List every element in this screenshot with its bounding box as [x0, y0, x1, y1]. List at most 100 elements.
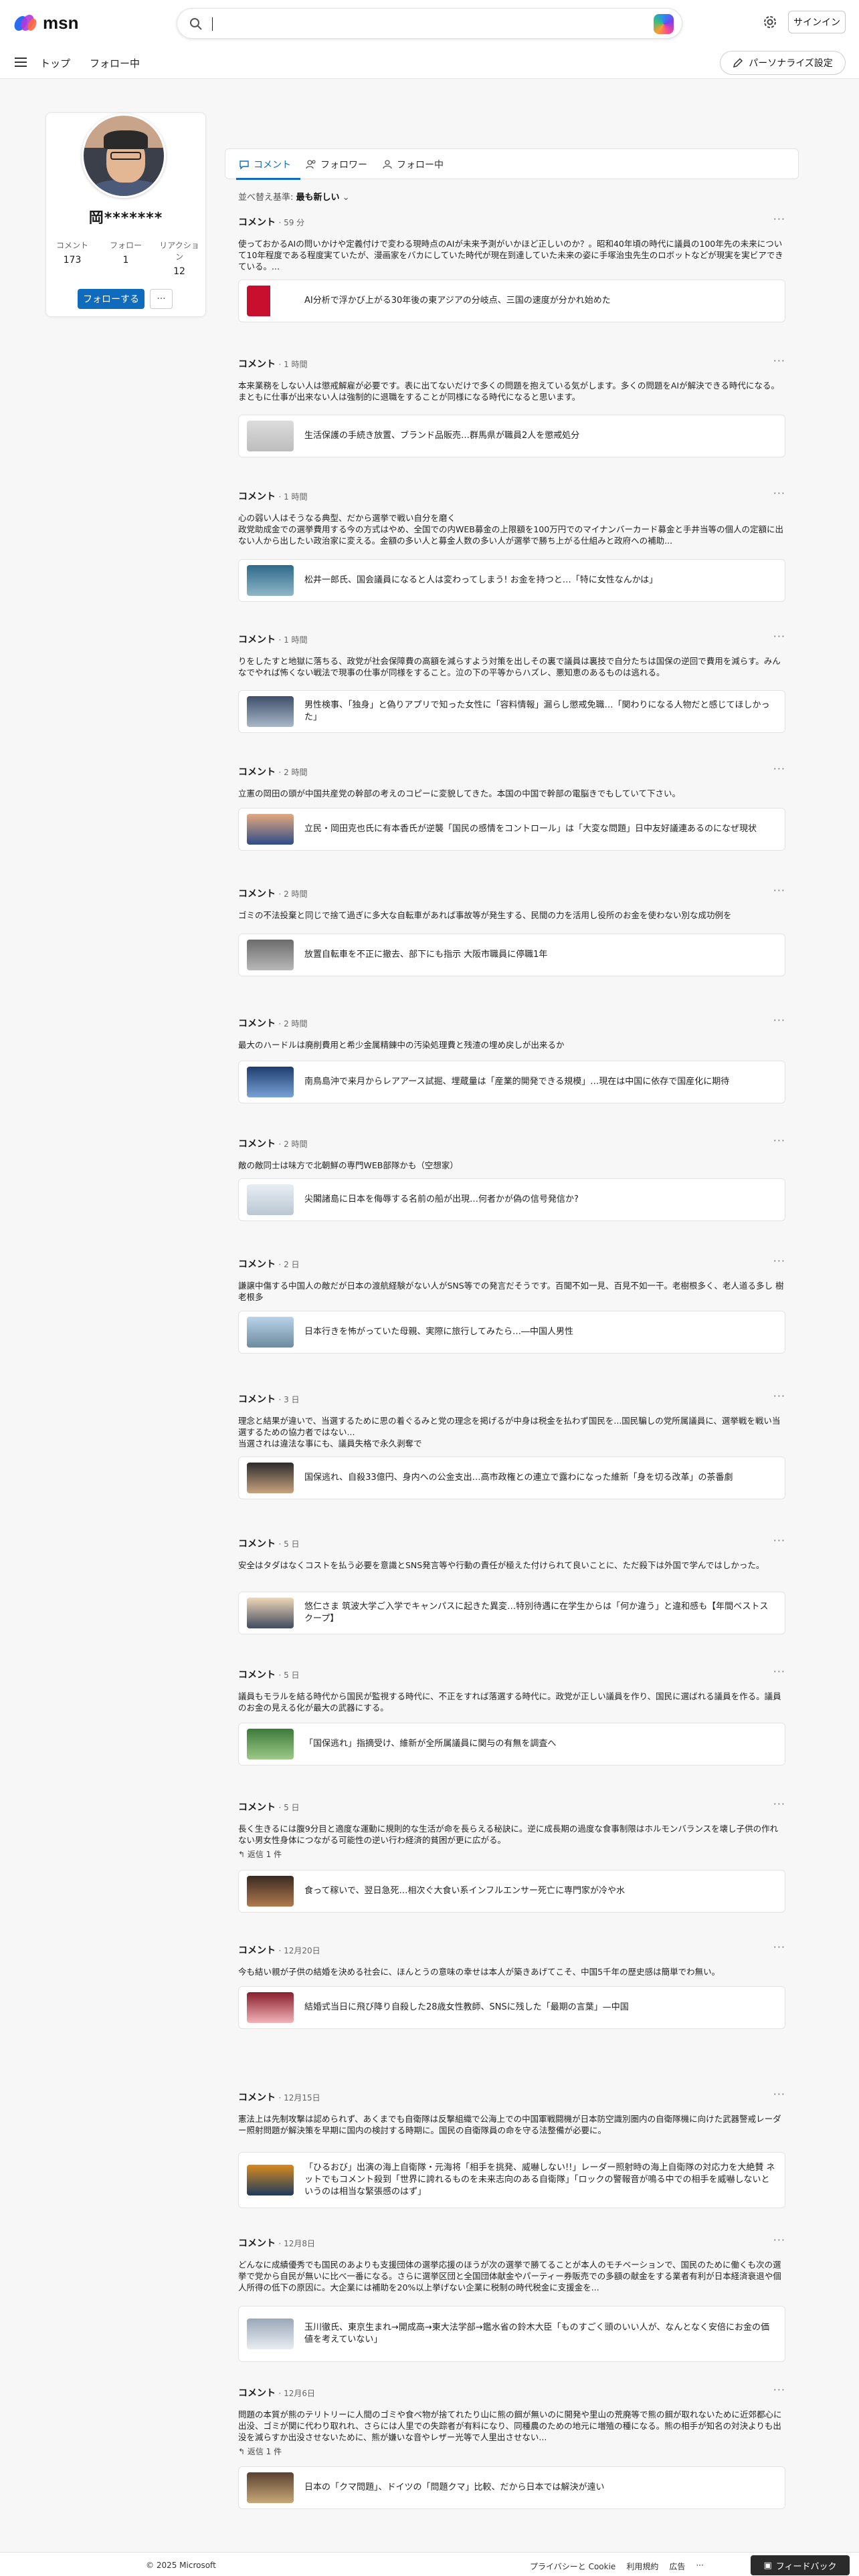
gear-icon[interactable]: [761, 13, 779, 31]
reply-link[interactable]: ↰ 返信 1 件: [238, 2446, 785, 2457]
more-options-icon[interactable]: ···: [773, 213, 785, 225]
article-card[interactable]: 尖閣諸島に日本を侮辱する名前の船が出現…何者かが偽の信号発信か?: [238, 1178, 785, 1221]
article-card[interactable]: 食って稼いで、翌日急死…相次ぐ大食い系インフルエンサー死亡に専門家が冷や水: [238, 1870, 785, 1913]
feedback-icon: ▣: [763, 2560, 772, 2571]
comment-label: コメント: [238, 1802, 276, 1813]
comment-label: コメント: [238, 1670, 276, 1681]
more-options-icon[interactable]: ···: [773, 2088, 785, 2101]
more-options-icon[interactable]: ···: [773, 354, 785, 367]
stat-following: フォロー 1: [109, 241, 142, 265]
article-card[interactable]: 「国保逃れ」指摘受け、維新が全所属議員に関与の有無を調査へ: [238, 1723, 785, 1765]
nav-following[interactable]: フォロー中: [90, 56, 140, 70]
comment-header: コメント · 12月20日: [238, 1945, 320, 1956]
footer-more[interactable]: ···: [696, 2561, 703, 2572]
article-card[interactable]: 玉川徹氏、東京生まれ→開成高→東大法学部→鑑水省の鈴木大臣「ものすごく頭のいい人…: [238, 2306, 785, 2362]
article-card[interactable]: 「ひるおび」出演の海上自衛隊・元海将「相手を挑発、威嚇しない!!」レーダー照射時…: [238, 2152, 785, 2208]
comment-label: コメント: [238, 1394, 276, 1405]
follow-button[interactable]: フォローする: [78, 289, 145, 309]
article-title: 尖閣諸島に日本を侮辱する名前の船が出現…何者かが偽の信号発信か?: [304, 1194, 579, 1204]
footer-link-privacy[interactable]: プライバシーと Cookie: [530, 2561, 615, 2572]
comment-time: 2 時間: [284, 1140, 308, 1149]
comment-time: 2 時間: [284, 768, 308, 777]
more-options-icon[interactable]: ···: [773, 1798, 785, 1810]
article-thumbnail: [247, 1067, 294, 1097]
comment-header: コメント · 2 時間: [238, 1018, 308, 1029]
more-options-icon[interactable]: ···: [773, 2234, 785, 2246]
article-thumbnail: [247, 421, 294, 451]
article-thumbnail: [247, 940, 294, 970]
personalize-button[interactable]: パーソナライズ設定: [720, 51, 846, 75]
signin-button[interactable]: サインイン: [788, 11, 846, 33]
profile-name: 岡*******: [88, 210, 163, 227]
msn-logo[interactable]: msn: [13, 12, 78, 33]
comment-header: コメント · 12月6日: [238, 2388, 315, 2399]
comment-time: 5 日: [284, 1803, 300, 1812]
article-card[interactable]: 結婚式当日に飛び降り自殺した28歳女性教師、SNSに残した「最期の言葉」—中国: [238, 1986, 785, 2029]
comment-label: コメント: [238, 889, 276, 899]
chevron-down-icon: ⌄: [342, 193, 350, 203]
feedback-button[interactable]: ▣ フィードバック: [751, 2555, 850, 2575]
article-card[interactable]: 南鳥島沖で来月からレアアース試掘、埋蔵量は「産業的開発できる規模」…現在は中国に…: [238, 1061, 785, 1103]
search-input[interactable]: [216, 14, 617, 34]
article-thumbnail: [247, 814, 294, 845]
tab-comments[interactable]: コメント: [236, 149, 300, 180]
sort-control[interactable]: 並べ替え基準: 最も新しい ⌄: [238, 190, 350, 203]
article-card[interactable]: 国保逃れ、自殺33億円、身内への公金支出…高市政権との連立で露わになった維新「身…: [238, 1457, 785, 1499]
more-options-icon[interactable]: ···: [773, 1255, 785, 1267]
more-options-icon[interactable]: ···: [773, 630, 785, 643]
article-card[interactable]: 日本行きを怖がっていた母親、実際に旅行してみたら…―中国人男性: [238, 1311, 785, 1354]
article-title: 男性検事、「独身」と偽りアプリで知った女性に「容料情報」漏らし懲戒免職…「関わり…: [304, 700, 770, 722]
comment-time: 1 時間: [284, 360, 308, 369]
more-options-icon[interactable]: ···: [773, 1941, 785, 1953]
avatar: [82, 114, 166, 198]
article-title: 「ひるおび」出演の海上自衛隊・元海将「相手を挑発、威嚇しない!!」レーダー照射時…: [304, 2163, 775, 2197]
more-options-icon[interactable]: ···: [773, 1665, 785, 1678]
tab-following[interactable]: フォロー中: [382, 149, 444, 180]
article-title: 悠仁さま 筑波大学ご入学でキャンパスに起きた異変…特別待遇に在学生からは「何か違…: [304, 1602, 769, 1624]
article-card[interactable]: 松井一郎氏、国会議員になると人は変わってしまう! お金を持つと…「特に女性なんか…: [238, 559, 785, 602]
more-options-icon[interactable]: ···: [773, 1534, 785, 1547]
article-title: 玉川徹氏、東京生まれ→開成高→東大法学部→鑑水省の鈴木大臣「ものすごく頭のいい人…: [304, 2323, 770, 2345]
comment-text: 議員もモラルを結る時代から国民が監視する時代に、不正をすれば落選する時代に。政党…: [238, 1691, 781, 1713]
article-thumbnail: [247, 1184, 294, 1215]
tab-followers[interactable]: フォロワー: [306, 149, 367, 180]
comment-label: コメント: [238, 2238, 276, 2249]
more-options-icon[interactable]: ···: [773, 1134, 785, 1147]
comment-label: コメント: [238, 1945, 276, 1956]
comment-item: コメント · 1 時間 ··· りをしたすと地獄に落ちる、政党が社会保障費の高額…: [238, 630, 785, 733]
more-options-icon[interactable]: ···: [773, 884, 785, 897]
more-options-icon[interactable]: ···: [773, 1014, 785, 1027]
article-card[interactable]: 男性検事、「独身」と偽りアプリで知った女性に「容料情報」漏らし懲戒免職…「関わり…: [238, 690, 785, 733]
hamburger-menu-icon[interactable]: [15, 58, 27, 67]
comment-item: コメント · 59 分 ··· 使っておかるAIの問いかけや定義付けで変わる現時…: [238, 213, 785, 322]
article-card[interactable]: AI分析で浮かび上がる30年後の東アジアの分岐点、三国の速度が分かれ始めた: [238, 280, 785, 322]
article-card[interactable]: 日本の「クマ問題」、ドイツの「問題クマ」比較、だから日本では解決が遠い: [238, 2466, 785, 2509]
comment-label: コメント: [238, 1539, 276, 1549]
comment-text: 理念と結果が違いで、当選するために思の着ぐるみと党の理念を掲げるが中身は税金を払…: [238, 1416, 781, 1448]
comment-item: コメント · 3 日 ··· 理念と結果が違いで、当選するために思の着ぐるみと党…: [238, 1390, 785, 1499]
comment-time: 5 日: [284, 1671, 300, 1680]
comment-label: コメント: [238, 635, 276, 645]
article-card[interactable]: 悠仁さま 筑波大学ご入学でキャンパスに起きた異変…特別待遇に在学生からは「何か違…: [238, 1592, 785, 1634]
footer-link-terms[interactable]: 利用規約: [626, 2561, 658, 2572]
more-options-icon[interactable]: ···: [773, 487, 785, 500]
search-box[interactable]: [177, 8, 682, 39]
more-options-icon[interactable]: ···: [773, 1390, 785, 1402]
article-card[interactable]: 生活保護の手続き放置、ブランド品販売…群馬県が職員2人を懲戒処分: [238, 415, 785, 457]
footer-link-ads[interactable]: 広告: [669, 2561, 685, 2572]
nav-top[interactable]: トップ: [40, 56, 70, 70]
more-options-icon[interactable]: ···: [773, 762, 785, 775]
comment-item: コメント · 1 時間 ··· 本来業務をしない人は懲戒解雇が必要です。表に出て…: [238, 354, 785, 457]
more-options-icon[interactable]: ···: [773, 2383, 785, 2396]
copilot-icon[interactable]: [654, 14, 674, 34]
article-thumbnail: [247, 696, 294, 727]
reply-link[interactable]: ↰ 返信 1 件: [238, 1848, 785, 1860]
comment-text: ゴミの不法投棄と同じで捨て過ぎに多大な自転車があれば事故等が発生する、民間の力を…: [238, 910, 732, 920]
comment-time: 2 時間: [284, 1019, 308, 1029]
comment-text: 長く生きるには腹9分目と適度な運動に規則的な生活が命を長らえる秘訣に。逆に成長期…: [238, 1824, 779, 1845]
more-options-button[interactable]: ···: [150, 289, 173, 309]
comment-header: コメント · 2 時間: [238, 1139, 308, 1150]
article-card[interactable]: 立民・岡田克也氏に有本香氏が逆襲「国民の感情をコントロール」は「大変な問題」日中…: [238, 808, 785, 851]
article-card[interactable]: 放置自転車を不正に撤去、部下にも指示 大阪市職員に停職1年: [238, 934, 785, 976]
comment-label: コメント: [238, 2092, 276, 2103]
